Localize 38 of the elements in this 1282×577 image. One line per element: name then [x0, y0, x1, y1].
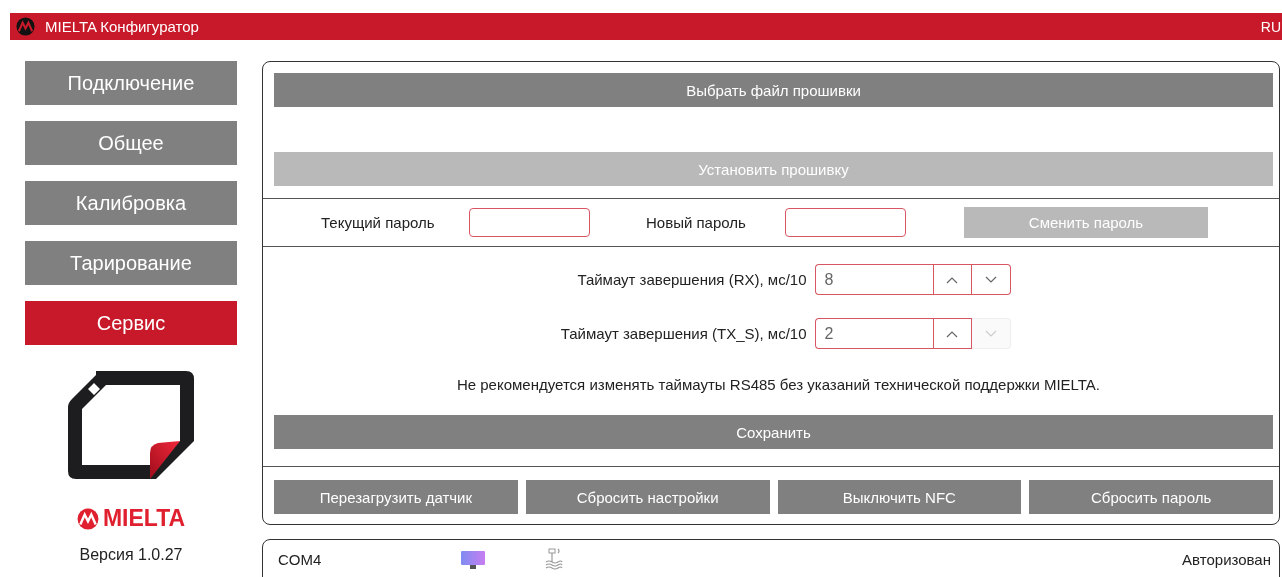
- current-password-field[interactable]: [469, 208, 590, 237]
- timeout-field[interactable]: 2: [814, 318, 933, 349]
- timeout-label: Таймаут завершения (RX), мс/10: [576, 271, 807, 288]
- action-button[interactable]: Сбросить пароль: [1029, 480, 1273, 514]
- increment-button[interactable]: [932, 318, 972, 349]
- monitor-icon: [461, 551, 485, 569]
- nav-tab[interactable]: Общее: [25, 121, 237, 165]
- warning-text: Не рекомендуется изменять таймауты RS485 без указаний технической поддержки MIELTA.: [456, 376, 1101, 393]
- logo-icon: [16, 17, 35, 36]
- port-label: COM4: [278, 551, 323, 568]
- language-label: RU: [1260, 18, 1281, 35]
- choose-firmware-button[interactable]: Выбрать файл прошивки: [274, 73, 1273, 107]
- current-password-label: Текущий пароль: [321, 214, 436, 231]
- brand-icon: [76, 507, 99, 530]
- new-password-field[interactable]: [785, 208, 906, 237]
- nav-tab[interactable]: Калибровка: [25, 181, 237, 225]
- window-title: MIELTA Конфигуратор: [45, 18, 200, 35]
- nav-tab[interactable]: Тарирование: [25, 241, 237, 285]
- brand-name: MIELTA: [102, 505, 186, 532]
- chevron-up-icon: [946, 275, 958, 284]
- action-button[interactable]: Выключить NFC: [777, 480, 1022, 514]
- timeout-field[interactable]: 8: [814, 264, 933, 295]
- antenna-waves-icon: [544, 548, 564, 570]
- nav-tab[interactable]: Подключение: [25, 61, 237, 105]
- action-button[interactable]: Сбросить настройки: [525, 480, 770, 514]
- timeout-label: Таймаут завершения (TX_S), мс/10: [559, 325, 807, 342]
- chevron-down-icon: [984, 275, 997, 284]
- chevron-down-icon: [984, 329, 997, 338]
- save-button[interactable]: Сохранить: [274, 415, 1273, 449]
- decrement-button[interactable]: [971, 264, 1011, 295]
- new-password-label: Новый пароль: [646, 214, 747, 231]
- version-label: Версия 1.0.27: [78, 546, 184, 564]
- nav-tab[interactable]: Сервис: [25, 301, 237, 345]
- auth-status: Авторизован: [1182, 551, 1271, 568]
- device-logo-icon: [66, 369, 196, 481]
- increment-button[interactable]: [932, 264, 972, 295]
- chevron-up-icon: [946, 329, 958, 338]
- action-button[interactable]: Перезагрузить датчик: [274, 480, 518, 514]
